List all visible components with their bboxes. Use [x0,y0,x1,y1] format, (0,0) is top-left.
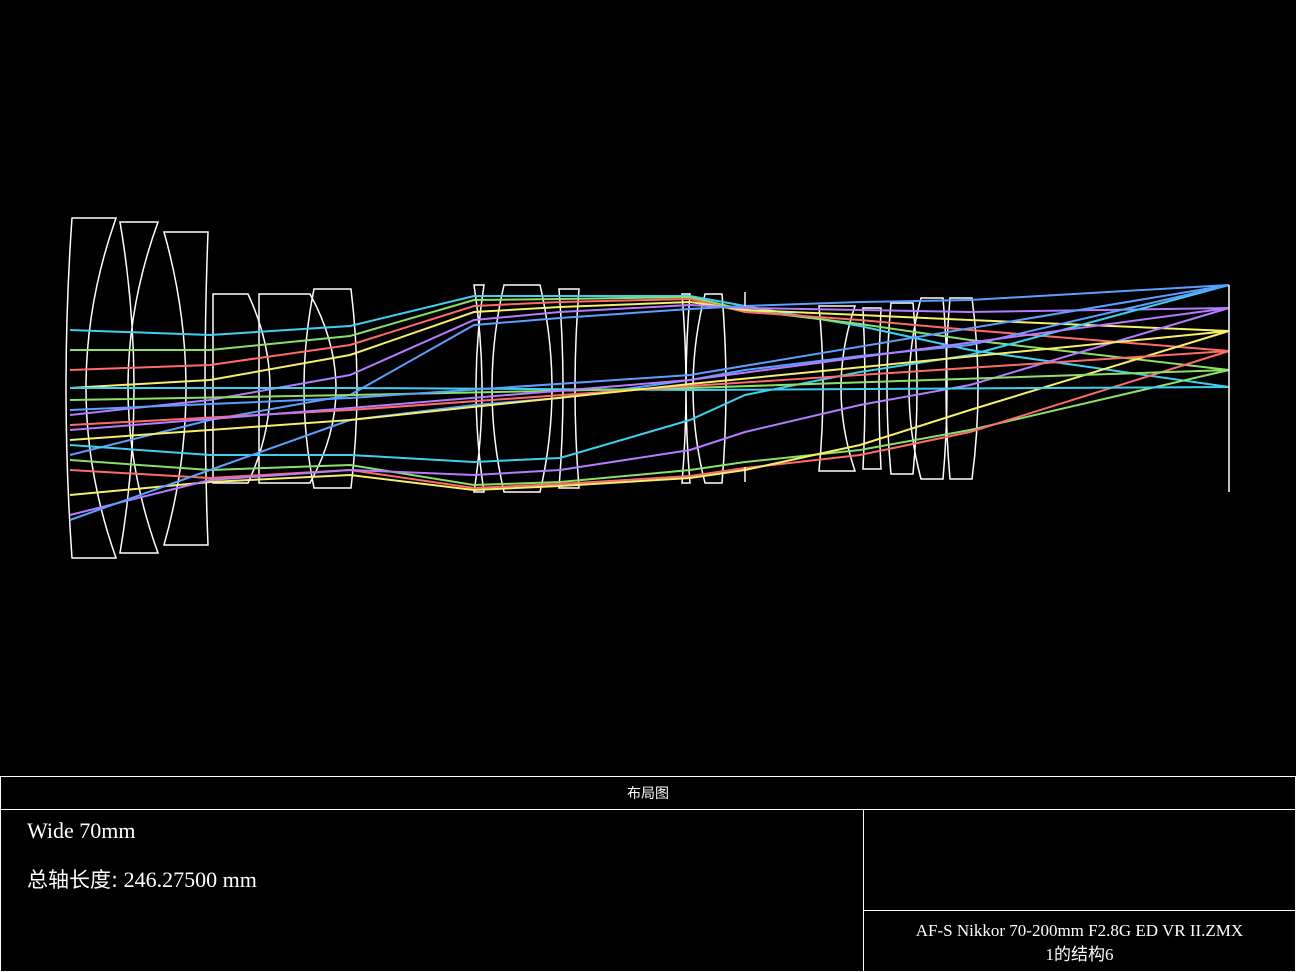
panel-title-bar: 布局图 [0,776,1296,810]
ray-path [69,350,1230,490]
total-length-value: 246.27500 mm [123,867,257,892]
zoom-position-label: Wide 70mm [27,818,136,843]
ray-traces [69,284,1230,521]
info-box-blank [863,809,1296,911]
panel-title: 布局图 [627,786,669,802]
total-length-label: 总轴长度: [27,868,119,892]
lens-layout-diagram [65,217,1230,559]
file-name: AF-S Nikkor 70-200mm F2.8G ED VR II.ZMX [915,921,1244,940]
file-info-box: AF-S Nikkor 70-200mm F2.8G ED VR II.ZMX … [863,910,1296,972]
total-length: 总轴长度: 246.27500 mm [27,864,257,894]
configuration-label: 1的结构6 [1045,945,1114,964]
ray-path [69,307,1230,516]
info-box: Wide 70mm 总轴长度: 246.27500 mm [0,809,864,972]
